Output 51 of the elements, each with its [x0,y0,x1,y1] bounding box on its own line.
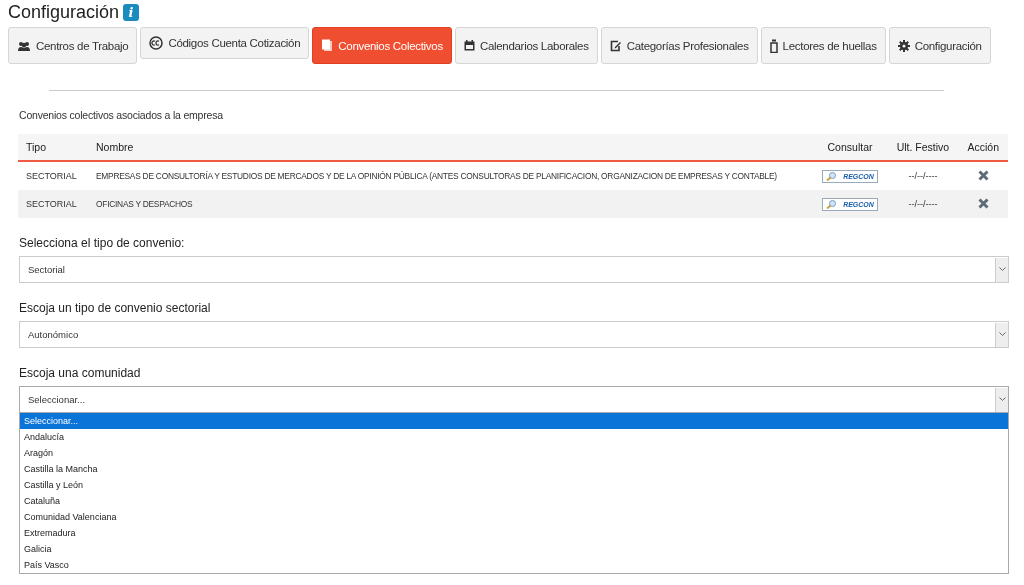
table-cell: --/--/---- [887,190,959,218]
page-title: Configuración [8,1,120,23]
tab[interactable]: Calendarios Laborales [454,27,598,64]
search-icon [826,199,838,209]
dropdown-option[interactable]: Galicia [20,541,1008,557]
column-header: Nombre [88,134,813,161]
table-cell: --/--/---- [887,161,959,190]
delete-icon[interactable] [977,197,989,209]
table-cell: EMPRESAS DE CONSULTORÍA Y ESTUDIOS DE MERCADOS Y DE LA OPINIÓN PÚBLICA (ANTES CONSULTORAS DE PLANIFICACION, ORGANIZACION DE EMPRESAS Y CONTABLE) [88,161,813,190]
cc-icon [149,36,164,50]
table-cell: SECTORIAL [18,161,88,190]
device-icon [769,38,778,53]
column-header: Consultar [812,134,888,161]
tab[interactable]: Centros de Trabajo [8,27,138,64]
section-title: Convenios colectivos asociados a la empresa [19,109,224,121]
chevron-down-icon [995,322,1008,347]
table-cell: OFICINAS Y DESPACHOS [88,190,813,218]
field-label: Escoja una comunidad [19,366,142,380]
dropdown-option[interactable]: Cataluña [20,493,1008,509]
chevron-down-icon [995,257,1008,282]
dropdown-option[interactable]: Castilla la Mancha [20,461,1008,477]
column-header: Acción [958,134,1008,161]
calendar-icon [463,40,475,51]
people-icon [17,40,31,51]
field-label: Escoja un tipo de convenio sectorial [19,301,212,315]
search-icon [826,171,838,181]
dropdown-option[interactable]: Castilla y León [20,477,1008,493]
select-field[interactable]: Seleccionar... [19,386,1009,413]
select-field[interactable]: Sectorial [19,256,1009,283]
column-header: Tipo [18,134,88,161]
tab[interactable]: Configuración [888,27,991,64]
dropdown-option[interactable]: Comunidad Valenciana [20,509,1008,525]
select-field[interactable]: Autonómico [19,321,1009,348]
settings-icon [897,39,910,52]
tab[interactable]: Categorías Profesionales [600,27,758,64]
table-cell: SECTORIAL [18,190,88,218]
dropdown-option[interactable]: Seleccionar... [20,413,1008,429]
dropdown-option[interactable]: Andalucía [20,429,1008,445]
tab[interactable]: Convenios Colectivos [312,27,452,64]
info-badge[interactable]: i [123,3,140,21]
tab[interactable]: Lectores de huellas [760,27,886,64]
dropdown-option[interactable]: Extremadura [20,525,1008,541]
chevron-down-icon [995,387,1008,412]
dropdown-option[interactable]: País Vasco [20,557,1008,573]
delete-icon[interactable] [977,169,989,181]
dropdown-option[interactable]: Aragón [20,445,1008,461]
field-label: Selecciona el tipo de convenio: [19,236,186,250]
tab[interactable]: Códigos Cuenta Cotización [140,27,310,59]
column-header: Ult. Festivo [887,134,959,161]
document-icon [321,39,334,52]
edit-icon [609,39,622,52]
